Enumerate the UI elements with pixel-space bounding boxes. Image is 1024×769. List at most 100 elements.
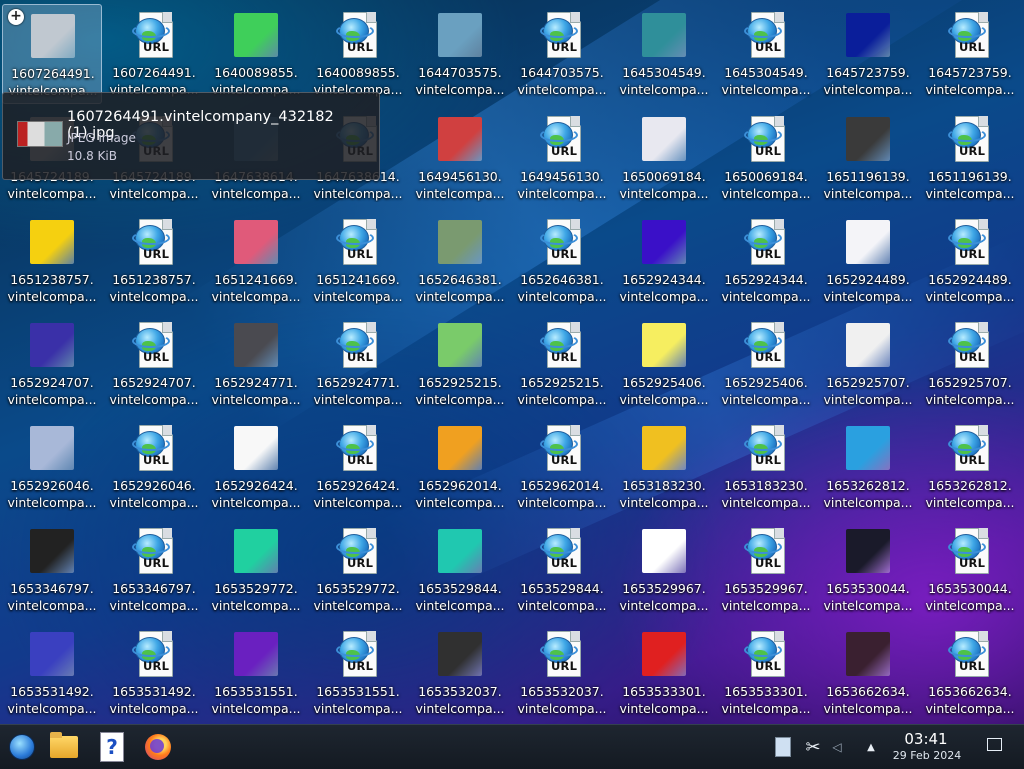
url-document-icon: URL [944, 116, 996, 162]
image-file-icon[interactable]: 1645723759. vintelcompa... [818, 4, 918, 104]
url-file-icon[interactable]: URL 1653183230. vintelcompa... [716, 417, 816, 517]
image-file-icon[interactable]: 1644703575. vintelcompa... [410, 4, 510, 104]
image-file-icon[interactable]: 1653529772. vintelcompa... [206, 520, 306, 620]
select-plus-icon[interactable]: + [8, 9, 24, 25]
image-file-icon[interactable]: 1653531551. vintelcompa... [206, 623, 306, 723]
url-file-icon[interactable]: URL 1652646381. vintelcompa... [512, 211, 612, 311]
icon-label-line2: vintelcompa... [619, 598, 709, 613]
image-file-icon[interactable]: 1652926046. vintelcompa... [2, 417, 102, 517]
url-file-icon[interactable]: URL 1653530044. vintelcompa... [920, 520, 1020, 620]
url-file-icon[interactable]: URL 1653531492. vintelcompa... [104, 623, 204, 723]
image-file-icon[interactable]: 1640089855. vintelcompa... [206, 4, 306, 104]
show-desktop-icon[interactable] [987, 738, 1002, 751]
url-file-icon[interactable]: URL 1651196139. vintelcompa... [920, 108, 1020, 208]
image-file-icon[interactable]: 1651241669. vintelcompa... [206, 211, 306, 311]
url-file-icon[interactable]: URL 1651238757. vintelcompa... [104, 211, 204, 311]
file-manager-button[interactable] [48, 731, 80, 763]
image-file-icon[interactable]: 1653532037. vintelcompa... [410, 623, 510, 723]
help-button[interactable]: ? [96, 731, 128, 763]
url-file-icon[interactable]: URL 1640089855. vintelcompa... [308, 4, 408, 104]
image-file-icon[interactable]: 1652925406. vintelcompa... [614, 314, 714, 414]
url-file-icon[interactable]: URL 1645723759. vintelcompa... [920, 4, 1020, 104]
url-file-icon[interactable]: URL 1653262812. vintelcompa... [920, 417, 1020, 517]
image-file-icon[interactable]: 1650069184. vintelcompa... [614, 108, 714, 208]
url-file-icon[interactable]: URL 1651241669. vintelcompa... [308, 211, 408, 311]
image-file-icon[interactable]: 1645304549. vintelcompa... [614, 4, 714, 104]
url-file-icon[interactable]: URL 1653346797. vintelcompa... [104, 520, 204, 620]
image-file-icon[interactable]: 1652646381. vintelcompa... [410, 211, 510, 311]
url-file-icon[interactable]: URL 1645304549. vintelcompa... [716, 4, 816, 104]
icon-label-line1: 1651196139. [928, 169, 1012, 184]
url-file-icon[interactable]: URL 1652924771. vintelcompa... [308, 314, 408, 414]
image-file-icon[interactable]: 1653183230. vintelcompa... [614, 417, 714, 517]
url-file-icon[interactable]: URL 1652924707. vintelcompa... [104, 314, 204, 414]
image-file-icon[interactable]: 1652924344. vintelcompa... [614, 211, 714, 311]
url-file-icon[interactable]: URL 1653532037. vintelcompa... [512, 623, 612, 723]
image-file-icon[interactable]: 1653531492. vintelcompa... [2, 623, 102, 723]
url-badge: URL [143, 247, 170, 261]
tray-expand-button[interactable]: ▲ [862, 735, 880, 759]
url-file-icon[interactable]: URL 1650069184. vintelcompa... [716, 108, 816, 208]
image-file-icon[interactable]: 1652924707. vintelcompa... [2, 314, 102, 414]
image-file-icon[interactable]: 1653533301. vintelcompa... [614, 623, 714, 723]
url-file-icon[interactable]: URL 1653533301. vintelcompa... [716, 623, 816, 723]
image-file-icon[interactable]: 1652925215. vintelcompa... [410, 314, 510, 414]
url-file-icon[interactable]: URL 1652924344. vintelcompa... [716, 211, 816, 311]
icon-label: 1652924771. vintelcompa... [308, 374, 408, 408]
url-file-icon[interactable]: URL 1644703575. vintelcompa... [512, 4, 612, 104]
url-file-icon[interactable]: URL 1652925707. vintelcompa... [920, 314, 1020, 414]
url-document-icon: URL [536, 631, 588, 677]
image-file-icon[interactable]: 1649456130. vintelcompa... [410, 108, 510, 208]
url-file-icon[interactable]: URL 1652925406. vintelcompa... [716, 314, 816, 414]
url-file-icon[interactable]: URL 1653662634. vintelcompa... [920, 623, 1020, 723]
firefox-button[interactable] [142, 731, 174, 763]
clipboard-tray-button[interactable] [772, 735, 794, 759]
image-file-icon[interactable]: 1653262812. vintelcompa... [818, 417, 918, 517]
icon-label-line2: vintelcompa... [619, 392, 709, 407]
url-file-icon[interactable]: URL 1653529844. vintelcompa... [512, 520, 612, 620]
icon-label-line1: 1653183230. [724, 478, 808, 493]
image-file-icon[interactable]: 1651196139. vintelcompa... [818, 108, 918, 208]
icon-label-line1: 1652924707. [112, 375, 196, 390]
url-file-icon[interactable]: URL 1653529967. vintelcompa... [716, 520, 816, 620]
icon-label-line2: vintelcompa... [313, 701, 403, 716]
start-menu-button[interactable] [6, 731, 38, 763]
image-file-icon[interactable]: 1607264491. vintelcompa... + [2, 4, 102, 104]
image-file-icon[interactable]: 1652924771. vintelcompa... [206, 314, 306, 414]
url-badge: URL [347, 247, 374, 261]
icon-label-line1: 1652926046. [10, 478, 94, 493]
thumbnail-image [234, 426, 278, 470]
icon-label-line2: vintelcompa... [517, 82, 607, 97]
url-file-icon[interactable]: URL 1652962014. vintelcompa... [512, 417, 612, 517]
url-file-icon[interactable]: URL 1652926046. vintelcompa... [104, 417, 204, 517]
thumbnail-image [846, 323, 890, 367]
image-file-icon[interactable]: 1653530044. vintelcompa... [818, 520, 918, 620]
image-file-icon[interactable]: 1652962014. vintelcompa... [410, 417, 510, 517]
image-file-icon[interactable]: 1653529967. vintelcompa... [614, 520, 714, 620]
icon-label-line1: 1653533301. [622, 684, 706, 699]
url-file-icon[interactable]: URL 1652924489. vintelcompa... [920, 211, 1020, 311]
url-file-icon[interactable]: URL 1649456130. vintelcompa... [512, 108, 612, 208]
screenshot-tray-button[interactable]: ✂ [802, 735, 824, 759]
clock-date[interactable]: 29 Feb 2024 [880, 749, 974, 762]
image-file-icon[interactable]: 1652925707. vintelcompa... [818, 314, 918, 414]
thumbnail-image [846, 13, 890, 57]
url-file-icon[interactable]: URL 1653529772. vintelcompa... [308, 520, 408, 620]
url-file-icon[interactable]: URL 1652926424. vintelcompa... [308, 417, 408, 517]
image-file-icon[interactable]: 1653346797. vintelcompa... [2, 520, 102, 620]
image-file-icon[interactable]: 1651238757. vintelcompa... [2, 211, 102, 311]
icon-label-line2: vintelcompa... [517, 598, 607, 613]
image-file-icon[interactable]: 1652926424. vintelcompa... [206, 417, 306, 517]
volume-tray-button[interactable]: ◁ [828, 735, 846, 759]
url-file-icon[interactable]: URL 1653531551. vintelcompa... [308, 623, 408, 723]
url-file-icon[interactable]: URL 1607264491. vintelcompa... [104, 4, 204, 104]
image-file-icon[interactable]: 1652924489. vintelcompa... [818, 211, 918, 311]
thumbnail-image [846, 117, 890, 161]
thumbnail-image [438, 323, 482, 367]
icon-label-line1: 1651238757. [112, 272, 196, 287]
image-file-icon[interactable]: 1653529844. vintelcompa... [410, 520, 510, 620]
image-file-icon[interactable]: 1653662634. vintelcompa... [818, 623, 918, 723]
icon-label: 1651238757. vintelcompa... [2, 271, 102, 305]
url-file-icon[interactable]: URL 1652925215. vintelcompa... [512, 314, 612, 414]
clock-time[interactable]: 03:41 [898, 730, 954, 748]
